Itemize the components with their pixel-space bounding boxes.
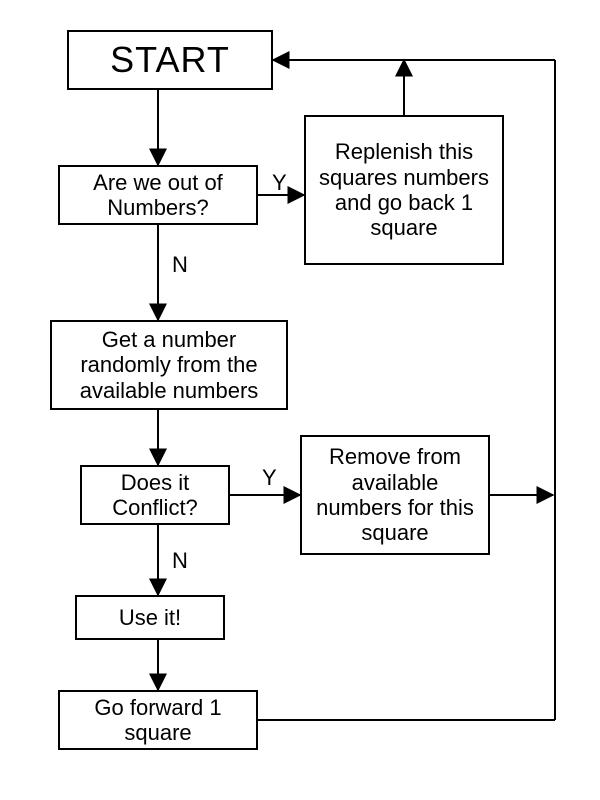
process-remove-label: Remove from available numbers for this s…	[310, 444, 480, 545]
process-go-forward-label: Go forward 1 square	[68, 695, 248, 746]
process-get-number-label: Get a number randomly from the available…	[60, 327, 278, 403]
decision-out-of-numbers-label: Are we out of Numbers?	[68, 170, 248, 221]
edge-label-outnum-no: N	[172, 252, 188, 278]
edge-label-conflict-no: N	[172, 548, 188, 574]
start-node: START	[67, 30, 273, 90]
decision-out-of-numbers: Are we out of Numbers?	[58, 165, 258, 225]
edge-label-conflict-yes: Y	[262, 465, 277, 491]
process-remove: Remove from available numbers for this s…	[300, 435, 490, 555]
start-label: START	[110, 39, 230, 80]
edge-label-outnum-yes: Y	[272, 170, 287, 196]
process-get-number: Get a number randomly from the available…	[50, 320, 288, 410]
flowchart-canvas: START Are we out of Numbers? Replenish t…	[0, 0, 600, 800]
process-replenish-label: Replenish this squares numbers and go ba…	[314, 139, 494, 240]
decision-conflict: Does it Conflict?	[80, 465, 230, 525]
process-replenish: Replenish this squares numbers and go ba…	[304, 115, 504, 265]
process-use-it: Use it!	[75, 595, 225, 640]
process-use-it-label: Use it!	[119, 605, 181, 630]
process-go-forward: Go forward 1 square	[58, 690, 258, 750]
decision-conflict-label: Does it Conflict?	[90, 470, 220, 521]
